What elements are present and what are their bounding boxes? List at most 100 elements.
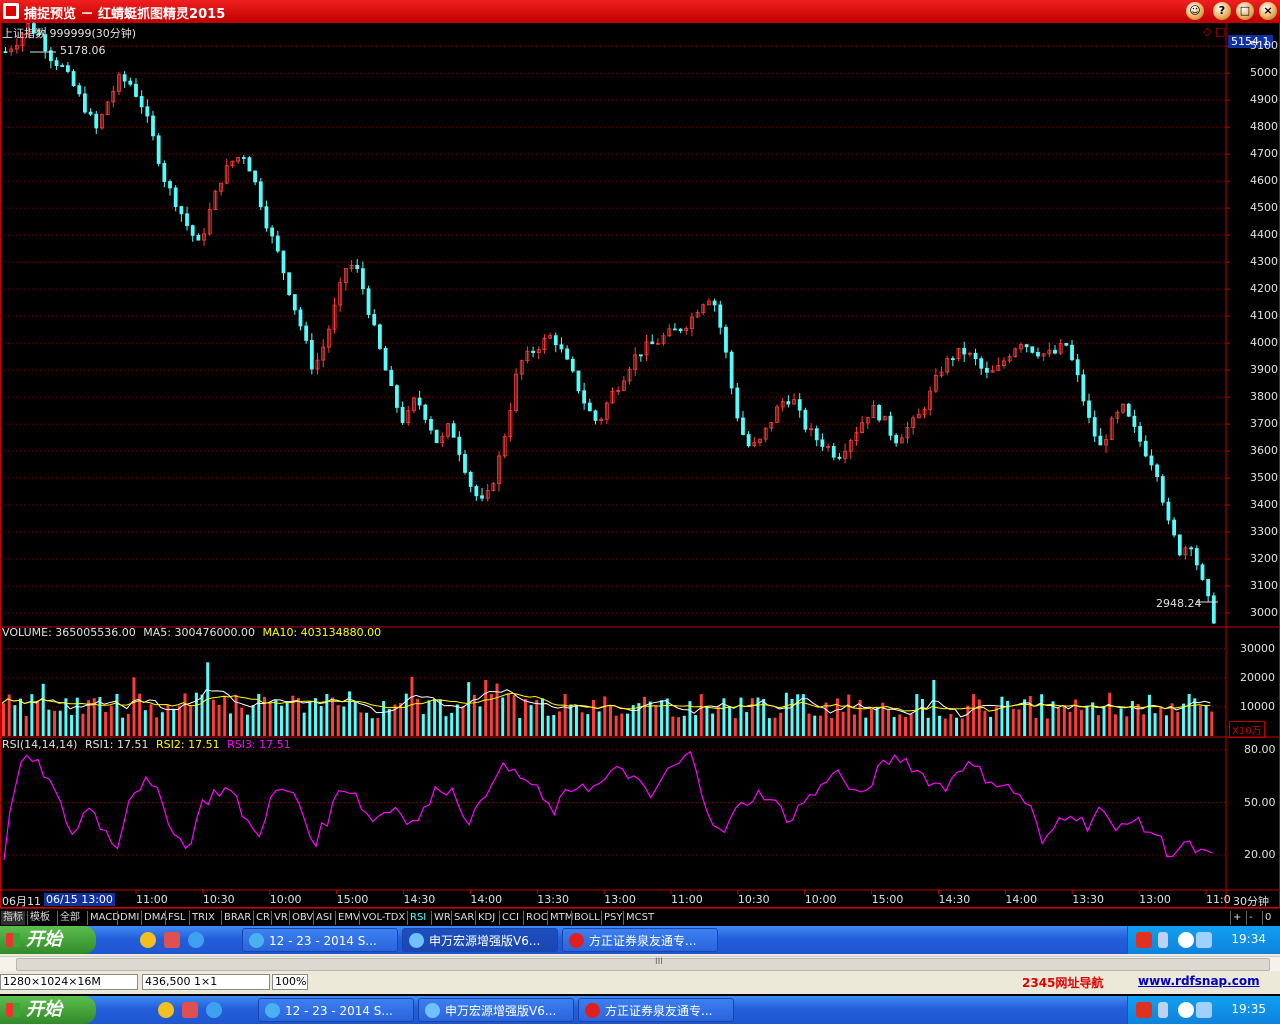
volume-bar bbox=[506, 693, 510, 736]
shield-icon[interactable] bbox=[1196, 932, 1212, 948]
volume-bar bbox=[143, 710, 147, 736]
tab-roc[interactable]: ROC bbox=[523, 911, 550, 925]
tab-obv[interactable]: OBV bbox=[289, 911, 315, 925]
add-icon[interactable] bbox=[158, 1002, 174, 1018]
tab-boll[interactable]: BOLL bbox=[571, 911, 602, 925]
rsi-tick-label: 50.00 bbox=[1244, 795, 1276, 809]
chart-corner-icons[interactable]: ◇ □ bbox=[1203, 25, 1225, 38]
image-icon[interactable] bbox=[164, 932, 180, 948]
shenwan-task-icon bbox=[409, 933, 424, 948]
tab-control-2[interactable]: 0 bbox=[1262, 911, 1273, 925]
tray-arrow-icon[interactable] bbox=[1158, 1002, 1168, 1018]
add-icon[interactable] bbox=[140, 932, 156, 948]
sogou-icon[interactable] bbox=[1136, 932, 1152, 948]
image-icon[interactable] bbox=[182, 1002, 198, 1018]
volume-bar bbox=[915, 694, 919, 736]
start-button[interactable]: 开始 bbox=[0, 926, 96, 954]
tab-brar[interactable]: BRAR bbox=[221, 911, 253, 925]
task-browser-2[interactable]: 12 - 23 - 2014 S... bbox=[258, 998, 414, 1022]
time-tick-label: 10:30 bbox=[202, 893, 235, 906]
task-shenwan[interactable]: 申万宏源增强版V6... bbox=[402, 928, 558, 952]
task-browser[interactable]: 12 - 23 - 2014 S... bbox=[242, 928, 398, 952]
candle-body bbox=[638, 354, 643, 357]
volume-bar bbox=[535, 699, 539, 736]
candle-body bbox=[372, 314, 377, 326]
candle-body bbox=[71, 71, 76, 87]
volume-bar bbox=[1011, 708, 1015, 736]
maximize-button[interactable]: □ bbox=[1236, 2, 1254, 20]
tab-wr[interactable]: WR bbox=[431, 911, 453, 925]
candle-body bbox=[1030, 346, 1035, 353]
chart-canvas[interactable] bbox=[0, 22, 1280, 908]
task-label: 方正证券泉友通专... bbox=[589, 934, 697, 948]
volume-bar bbox=[478, 706, 482, 736]
task-founder[interactable]: 方正证券泉友通专... bbox=[562, 928, 718, 952]
volume-bar bbox=[597, 711, 601, 736]
volume-bar bbox=[750, 698, 754, 736]
price-tick-label: 4900 bbox=[1250, 93, 1278, 107]
volume-bar bbox=[1034, 718, 1038, 736]
tab-dmi[interactable]: DMI bbox=[117, 911, 141, 925]
volume-bar bbox=[1085, 705, 1089, 736]
shield-icon[interactable] bbox=[1196, 1002, 1212, 1018]
tab-psy[interactable]: PSY bbox=[601, 911, 625, 925]
help-button[interactable]: ? bbox=[1213, 2, 1231, 20]
tray-arrow-icon[interactable] bbox=[1158, 932, 1168, 948]
tab-kdj[interactable]: KDJ bbox=[475, 911, 497, 925]
tab-rsi[interactable]: RSI bbox=[407, 911, 428, 925]
task-founder-2[interactable]: 方正证券泉友通专... bbox=[578, 998, 734, 1022]
volume-bar bbox=[427, 700, 431, 736]
stock-chart[interactable]: 上证指数 999999(30分钟) 5178.06 2948.24 ◇ □ 51… bbox=[0, 22, 1280, 908]
nav-link-2345[interactable]: 2345网址导航 bbox=[1022, 974, 1103, 991]
back-icon[interactable] bbox=[1178, 1002, 1194, 1018]
sogou-icon[interactable] bbox=[1136, 1002, 1152, 1018]
shenwan-task-icon bbox=[425, 1003, 440, 1018]
nav-link-rdfsnap[interactable]: www.rdfsnap.com bbox=[1138, 974, 1260, 988]
browser-icon[interactable] bbox=[188, 932, 204, 948]
tab-mcst[interactable]: MCST bbox=[623, 911, 656, 925]
volume-unit: X10万 bbox=[1229, 721, 1265, 738]
volume-bar bbox=[155, 717, 159, 736]
volume-bar bbox=[631, 705, 635, 736]
volume-bar bbox=[830, 717, 834, 736]
tab-trix[interactable]: TRIX bbox=[189, 911, 217, 925]
tab-cr[interactable]: CR bbox=[253, 911, 272, 925]
price-tick-label: 3700 bbox=[1250, 417, 1278, 431]
candle-body bbox=[570, 358, 575, 372]
candle-body bbox=[820, 439, 825, 447]
tab-emv[interactable]: EMV bbox=[335, 911, 362, 925]
tab-asi[interactable]: ASI bbox=[313, 911, 334, 925]
tab-vol-tdx[interactable]: VOL-TDX bbox=[359, 911, 407, 925]
volume-bar bbox=[557, 711, 561, 736]
scrollbar-thumb[interactable]: III bbox=[16, 957, 1270, 971]
tab-control-0[interactable]: + bbox=[1230, 911, 1243, 925]
clock: 19:34 bbox=[1231, 932, 1266, 946]
volume-bar bbox=[1181, 703, 1185, 736]
start-button-2[interactable]: 开始 bbox=[0, 996, 96, 1024]
price-tick-label: 3000 bbox=[1250, 606, 1278, 619]
tab-sar[interactable]: SAR bbox=[451, 911, 476, 925]
candle-body bbox=[1200, 564, 1205, 580]
volume-bar bbox=[19, 698, 23, 736]
tab-模板[interactable]: 模板 bbox=[27, 911, 52, 925]
tab-cci[interactable]: CCI bbox=[499, 911, 521, 925]
price-tick-label: 5000 bbox=[1250, 66, 1278, 80]
period-label[interactable]: 30分钟 bbox=[1233, 893, 1269, 909]
back-icon[interactable] bbox=[1178, 932, 1194, 948]
volume-bar bbox=[892, 717, 896, 736]
horizontal-scrollbar[interactable]: III bbox=[0, 956, 1280, 971]
candle-body bbox=[292, 294, 297, 311]
volume-bar bbox=[518, 718, 522, 736]
close-button[interactable]: × bbox=[1259, 2, 1277, 20]
tab-vr[interactable]: VR bbox=[271, 911, 290, 925]
volume-bar bbox=[745, 712, 749, 736]
candle-body bbox=[400, 406, 405, 423]
skin-button[interactable]: ☺ bbox=[1186, 2, 1204, 20]
tab-全部[interactable]: 全部 bbox=[57, 911, 82, 925]
rsi-label: RSI(14,14,14) bbox=[2, 738, 78, 751]
task-shenwan-2[interactable]: 申万宏源增强版V6... bbox=[418, 998, 574, 1022]
tab-fsl[interactable]: FSL bbox=[165, 911, 188, 925]
tab-control-1[interactable]: - bbox=[1246, 911, 1255, 925]
tab-指标[interactable]: 指标 bbox=[1, 911, 25, 925]
browser-icon[interactable] bbox=[206, 1002, 222, 1018]
